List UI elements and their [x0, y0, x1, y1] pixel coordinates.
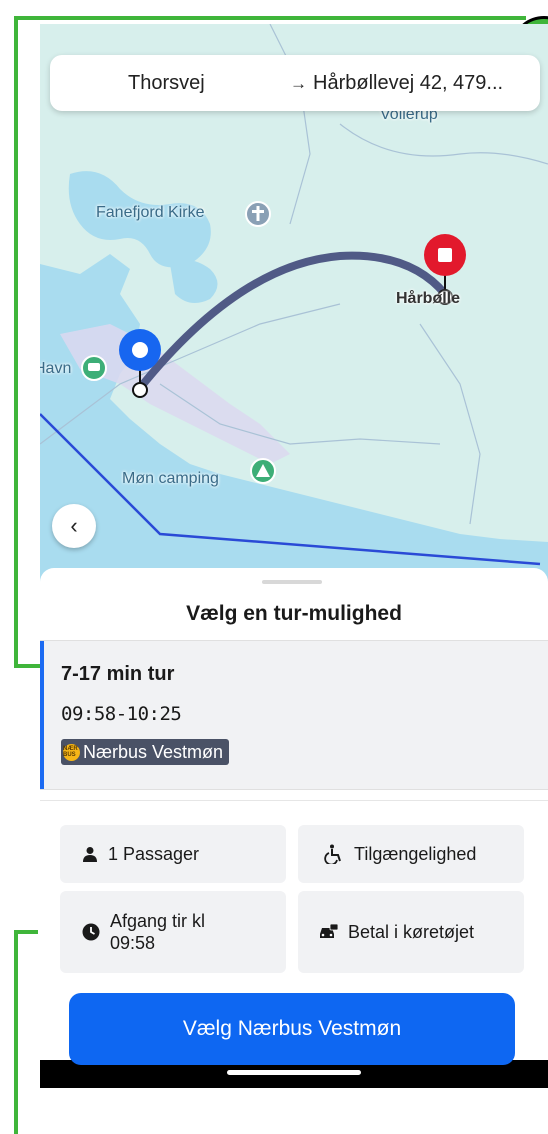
map-water-lake [170, 260, 218, 303]
passengers-label: 1 Passager [108, 843, 200, 864]
trip-time-range: 09:58-10:25 [61, 703, 182, 725]
map-road-4 [419, 323, 481, 525]
chevron-left-icon: ‹ [70, 513, 78, 538]
back-button[interactable]: ‹ [52, 504, 96, 548]
map-label-fanefjord: Fanefjord Kirke [96, 204, 205, 221]
map-view[interactable]: Vollerup Fanefjord Kirke Hårbølle Havn M… [40, 24, 548, 584]
person-icon [82, 846, 98, 862]
map-water-bay [40, 254, 548, 584]
passengers-tile[interactable]: 1 Passager [60, 825, 286, 883]
departure-label: Afgang tir kl 09:58 [110, 911, 206, 953]
car-payment-icon [318, 924, 338, 940]
trip-options-sheet: Vælg en tur-mulighed 7-17 min tur 09:58-… [40, 568, 548, 1065]
accessibility-tile[interactable]: Tilgængelighed [298, 825, 524, 883]
sheet-title: Vælg en tur-mulighed [186, 602, 402, 625]
trip-duration: 7-17 min tur [61, 663, 175, 685]
accessibility-label: Tilgængelighed [354, 843, 477, 864]
payment-label: Betal i køretøjet [348, 921, 475, 942]
route-summary-card[interactable]: Thorsvej → Hårbøllevej 42, 479... [50, 55, 540, 111]
ferry-icon[interactable] [81, 355, 107, 381]
wheelchair-icon [324, 844, 344, 864]
divider [40, 800, 548, 801]
arrow-right-icon: → [290, 73, 307, 93]
church-icon[interactable] [245, 201, 271, 227]
camping-icon[interactable] [250, 458, 276, 484]
select-trip-button[interactable]: Vælg Nærbus Vestmøn [69, 993, 515, 1065]
selected-indicator [40, 641, 44, 789]
annotation-frame-bottom [14, 930, 38, 1134]
home-indicator[interactable] [227, 1070, 361, 1075]
departure-tile[interactable]: Afgang tir kl 09:58 [60, 891, 286, 973]
sheet-drag-handle[interactable] [262, 580, 322, 584]
map-road-1 [269, 24, 311, 225]
map-label-camping: Møn camping [122, 470, 219, 487]
map-label-havn: Havn [40, 360, 72, 377]
route-from: Thorsvej [128, 71, 205, 94]
map-road-2 [339, 123, 548, 165]
operator-name: Nærbus Vestmøn [83, 741, 224, 762]
route-to: Hårbøllevej 42, 479... [313, 71, 504, 94]
payment-tile[interactable]: Betal i køretøjet [298, 891, 524, 973]
clock-icon [82, 923, 100, 941]
map-label-harbolle: Hårbølle [396, 290, 461, 307]
trip-option-card[interactable]: 7-17 min tur 09:58-10:25 NÆR BUS Nærbus … [40, 640, 548, 790]
phone-screen: Vollerup Fanefjord Kirke Hårbølle Havn M… [40, 24, 548, 1088]
route-to-wrapper: → Hårbøllevej 42, 479... [290, 72, 503, 95]
operator-badge: NÆR BUS Nærbus Vestmøn [61, 739, 230, 765]
naerbus-logo-icon: NÆR BUS [63, 743, 80, 761]
